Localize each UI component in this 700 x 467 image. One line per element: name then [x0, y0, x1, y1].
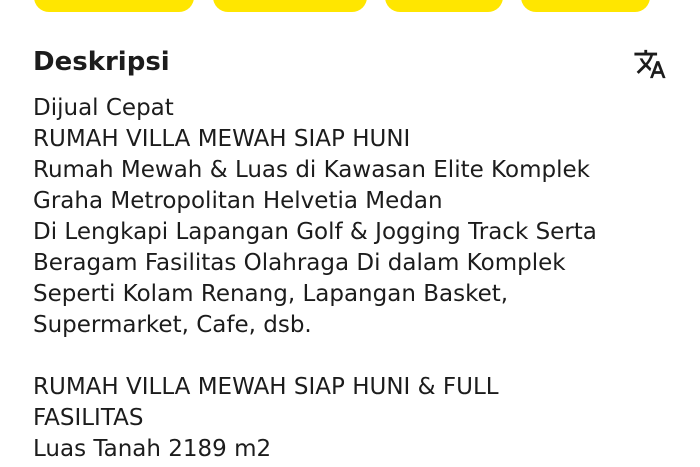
- action-chip-row: [0, 0, 700, 14]
- action-chip[interactable]: [34, 0, 194, 12]
- translate-icon: [634, 49, 666, 79]
- action-chip[interactable]: [521, 0, 650, 12]
- action-chip[interactable]: [385, 0, 503, 12]
- translate-button[interactable]: [630, 44, 670, 84]
- section-title: Deskripsi: [33, 47, 170, 77]
- description-text: Dijual Cepat RUMAH VILLA MEWAH SIAP HUNI…: [33, 95, 597, 462]
- action-chip[interactable]: [213, 0, 367, 12]
